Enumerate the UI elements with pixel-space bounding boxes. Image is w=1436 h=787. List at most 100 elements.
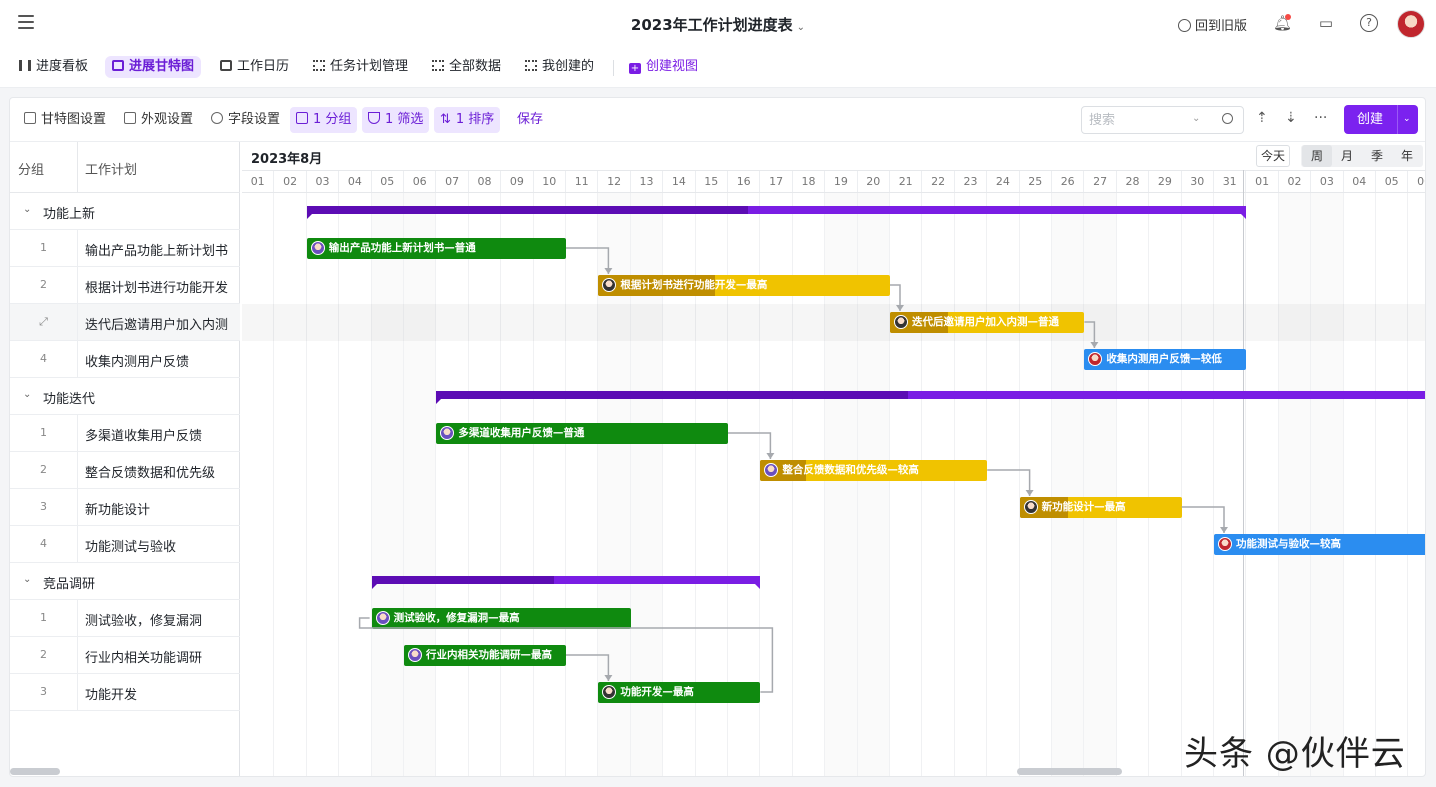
task-row[interactable]: 2 根据计划书进行功能开发 <box>10 267 240 304</box>
row-number: 4 <box>40 537 47 550</box>
task-row[interactable]: 1 输出产品功能上新计划书 <box>10 230 240 267</box>
bell-icon[interactable]: 🔔︎ <box>1273 14 1292 32</box>
btn-label: 字段设置 <box>228 112 281 127</box>
task-name: 新功能设计 <box>85 503 151 518</box>
task-row[interactable]: 1 测试验收，修复漏洞 <box>10 600 240 637</box>
group-button[interactable]: 1 分组 <box>290 107 358 133</box>
task-name: 测试验收，修复漏洞 <box>85 614 203 629</box>
save-button[interactable]: 保存 <box>511 107 549 133</box>
filter-button[interactable]: 1 筛选 <box>362 107 430 133</box>
tab-calendar[interactable]: 工作日历 <box>213 56 296 78</box>
create-view-label: 创建视图 <box>646 59 699 74</box>
dependency-link <box>987 469 1031 496</box>
gear-icon <box>211 112 223 124</box>
chevron-down-icon[interactable]: ⌄ <box>797 22 805 33</box>
task-row[interactable]: 4 收集内测用户反馈 <box>10 341 240 378</box>
group-label: 竞品调研 <box>43 577 96 592</box>
expand-icon[interactable]: ⤢ <box>10 315 77 329</box>
task-row[interactable]: 1 多渠道收集用户反馈 <box>10 415 240 452</box>
inbox-icon[interactable]: ▭ <box>1317 14 1335 32</box>
task-row[interactable]: 4 功能测试与验收 <box>10 526 240 563</box>
download-icon[interactable]: ⇣ <box>1285 110 1297 126</box>
plus-icon: + <box>629 63 641 74</box>
chevron-down-icon[interactable]: ⌄ <box>1403 105 1411 134</box>
dependency-link <box>566 654 610 681</box>
search-input[interactable] <box>1089 111 1189 129</box>
group-column-header[interactable]: 分组 <box>18 159 44 178</box>
group-row[interactable]: ⌄ 竞品调研 <box>10 563 240 600</box>
task-name: 迭代后邀请用户加入内测 <box>85 318 229 333</box>
divider <box>77 415 78 452</box>
left-scrollbar[interactable] <box>10 768 60 775</box>
btn-label: 1 排序 <box>455 112 495 127</box>
dependency-arrow <box>766 453 775 459</box>
task-name: 功能测试与验收 <box>85 540 177 555</box>
divider <box>77 600 78 637</box>
sort-icon: ⇅ <box>440 112 451 127</box>
chevron-down-icon[interactable]: ⌄ <box>1192 113 1200 124</box>
divider <box>77 267 78 304</box>
create-view-button[interactable]: + 创建视图 <box>622 56 705 78</box>
sort-button[interactable]: ⇅ 1 排序 <box>434 107 501 133</box>
row-number: 2 <box>40 278 47 291</box>
group-row[interactable]: ⌄ 功能上新 <box>10 193 240 230</box>
tab-label: 工作日历 <box>237 59 290 74</box>
task-row[interactable]: 2 整合反馈数据和优先级 <box>10 452 240 489</box>
tab-task-plan[interactable]: 任务计划管理 <box>306 56 415 78</box>
row-number: 1 <box>40 426 47 439</box>
dependency-arrow <box>604 675 613 681</box>
divider <box>77 489 78 526</box>
group-label: 功能迭代 <box>43 392 96 407</box>
task-name: 输出产品功能上新计划书 <box>85 244 229 259</box>
dependency-arrow <box>604 268 613 274</box>
task-name: 根据计划书进行功能开发 <box>85 281 229 296</box>
gantt-settings-button[interactable]: 甘特图设置 <box>18 107 112 133</box>
appearance-button[interactable]: 外观设置 <box>118 107 199 133</box>
watermark: 头条 @伙伴云 <box>1184 734 1406 774</box>
dependency-link <box>728 432 772 459</box>
group-label: 功能上新 <box>43 207 96 222</box>
btn-label: 外观设置 <box>141 112 194 127</box>
tab-my-created[interactable]: 我创建的 <box>518 56 601 78</box>
divider <box>77 304 78 341</box>
dependency-arrow <box>1090 342 1099 348</box>
more-icon[interactable]: ··· <box>1314 110 1327 126</box>
chevron-down-icon[interactable]: ⌄ <box>23 389 31 400</box>
divider <box>77 674 78 711</box>
divider <box>613 60 614 76</box>
chevron-down-icon[interactable]: ⌄ <box>23 574 31 585</box>
create-button[interactable]: 创建 ⌄ <box>1344 105 1418 134</box>
search-box[interactable]: ⌄ <box>1081 106 1244 134</box>
notification-dot <box>1285 14 1291 20</box>
toolbar: 甘特图设置 外观设置 字段设置 1 分组 1 筛选 ⇅ 1 排序 保存 ⌄ ⇡ ⇣… <box>10 98 1425 142</box>
dependency-arrow <box>1025 490 1034 496</box>
tab-label: 进度看板 <box>36 59 89 74</box>
btn-label: 1 分组 <box>313 112 352 127</box>
task-row[interactable]: 3 功能开发 <box>10 674 240 711</box>
plan-column-header[interactable]: 工作计划 <box>85 159 137 178</box>
tab-gantt[interactable]: 进展甘特图 <box>105 56 202 78</box>
gantt-scrollbar[interactable] <box>1017 768 1122 775</box>
old-version-link[interactable]: 回到旧版 <box>1178 15 1247 34</box>
task-row[interactable]: ⤢ 迭代后邀请用户加入内测 <box>10 304 240 341</box>
btn-label: 1 筛选 <box>385 112 424 127</box>
task-row[interactable]: 2 行业内相关功能调研 <box>10 637 240 674</box>
task-row[interactable]: 3 新功能设计 <box>10 489 240 526</box>
upload-icon[interactable]: ⇡ <box>1256 110 1268 126</box>
settings-icon <box>24 112 36 124</box>
field-settings-button[interactable]: 字段设置 <box>205 107 286 133</box>
help-icon[interactable]: ? <box>1360 14 1378 32</box>
divider <box>77 341 78 378</box>
btn-label: 甘特图设置 <box>41 112 107 127</box>
tab-kanban[interactable]: 进度看板 <box>12 56 95 78</box>
chevron-down-icon[interactable]: ⌄ <box>23 204 31 215</box>
group-icon <box>296 112 308 124</box>
dependency-links <box>358 247 1228 693</box>
group-row[interactable]: ⌄ 功能迭代 <box>10 378 240 415</box>
search-icon[interactable] <box>1222 113 1233 124</box>
avatar[interactable] <box>1397 10 1425 38</box>
row-number: 1 <box>40 611 47 624</box>
divider <box>77 230 78 267</box>
history-icon <box>1178 19 1191 32</box>
tab-all-data[interactable]: 全部数据 <box>425 56 508 78</box>
